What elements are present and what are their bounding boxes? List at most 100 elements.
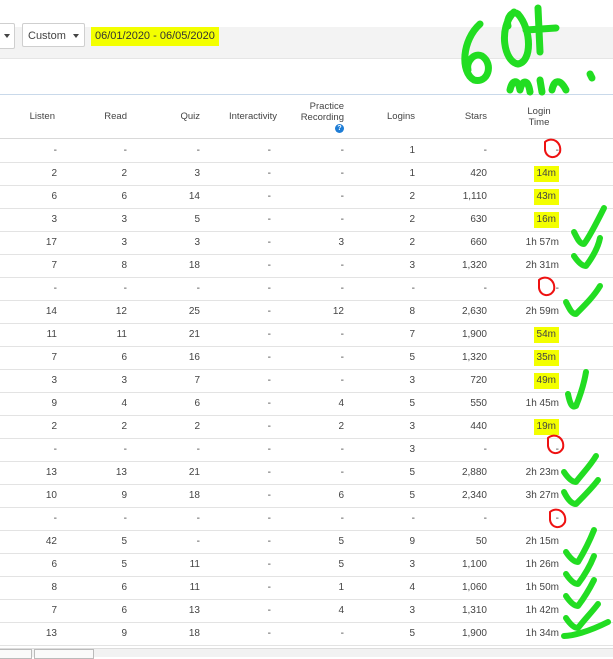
cell-interactivity: -: [267, 490, 271, 501]
cell-listen: -: [53, 513, 57, 524]
table-row[interactable]: 9 4 6 - 4 5 550 1h 45m: [0, 392, 613, 416]
cell-listen: 10: [45, 490, 57, 501]
cell-logins: 7: [409, 329, 415, 340]
table-row[interactable]: 17 3 3 - 3 2 660 1h 57m: [0, 231, 613, 255]
cell-listen: 6: [51, 191, 57, 202]
header-login-line1: Login: [527, 105, 551, 117]
header-practice-recording[interactable]: Practice Recording ?: [301, 95, 344, 138]
cell-listen: 3: [51, 214, 57, 225]
cell-listen: -: [53, 145, 57, 156]
cell-stars: 1,900: [461, 329, 487, 340]
cell-practice-recording: -: [340, 214, 344, 225]
cell-listen: 2: [51, 421, 57, 432]
cell-read: 6: [121, 582, 127, 593]
cell-listen: 13: [45, 628, 57, 639]
cell-listen: 7: [51, 260, 57, 271]
cell-read: 9: [121, 490, 127, 501]
bottom-tab[interactable]: [34, 649, 94, 659]
cell-interactivity: -: [267, 628, 271, 639]
cell-quiz: 21: [188, 467, 200, 478]
cell-interactivity: -: [267, 421, 271, 432]
table-row[interactable]: 6 5 11 - 5 3 1,100 1h 26m: [0, 553, 613, 577]
date-range-input[interactable]: 06/01/2020 - 06/05/2020: [91, 27, 219, 46]
bottom-tab[interactable]: [0, 649, 32, 659]
cell-login-time: 16m: [533, 208, 559, 231]
header-listen[interactable]: Listen: [30, 95, 55, 138]
header-interactivity[interactable]: Interactivity: [229, 95, 277, 138]
custom-range-dropdown[interactable]: Custom: [22, 23, 85, 47]
cell-logins: 1: [409, 145, 415, 156]
cell-quiz: 21: [188, 329, 200, 340]
table-row[interactable]: - - - - - 3 - -: [0, 438, 613, 462]
cell-login-time: 54m: [533, 323, 559, 346]
cell-interactivity: -: [267, 237, 271, 248]
table-row[interactable]: 42 5 - - 5 9 50 2h 15m: [0, 530, 613, 554]
cell-login-time: 2h 15m: [525, 536, 559, 547]
table-row[interactable]: - - - - - 1 - -: [0, 139, 613, 163]
cell-interactivity: -: [267, 145, 271, 156]
cell-practice-recording: 5: [338, 536, 344, 547]
cell-read: 3: [121, 237, 127, 248]
toolbar: Custom 06/01/2020 - 06/05/2020: [0, 0, 613, 59]
cell-quiz: 7: [194, 375, 200, 386]
header-login-time[interactable]: Login Time: [519, 95, 559, 138]
table-row[interactable]: 14 12 25 - 12 8 2,630 2h 59m: [0, 300, 613, 324]
cell-interactivity: -: [267, 513, 271, 524]
cell-listen: 9: [51, 398, 57, 409]
cell-interactivity: -: [267, 283, 271, 294]
cell-stars: 1,310: [461, 605, 487, 616]
cell-listen: 8: [51, 582, 57, 593]
chevron-down-icon: [4, 34, 10, 38]
cell-practice-recording: -: [340, 329, 344, 340]
header-quiz[interactable]: Quiz: [180, 95, 200, 138]
table-row[interactable]: 7 6 16 - - 5 1,320 35m: [0, 346, 613, 370]
table-row[interactable]: 13 9 18 - - 5 1,900 1h 34m: [0, 622, 613, 646]
table-row[interactable]: 7 8 18 - - 3 1,320 2h 31m: [0, 254, 613, 278]
table-row[interactable]: 6 6 14 - - 2 1,110 43m: [0, 185, 613, 209]
header-read[interactable]: Read: [104, 95, 127, 138]
cell-quiz: 14: [188, 191, 200, 202]
cell-login-time: -: [555, 283, 559, 294]
table-row[interactable]: 11 11 21 - - 7 1,900 54m: [0, 323, 613, 347]
period-dropdown[interactable]: [0, 23, 15, 49]
table-row[interactable]: 3 3 7 - - 3 720 49m: [0, 369, 613, 393]
cell-login-time: 1h 57m: [525, 237, 559, 248]
cell-login-time: 2h 31m: [525, 260, 559, 271]
cell-login-time: 1h 45m: [525, 398, 559, 409]
help-icon[interactable]: ?: [335, 123, 344, 133]
cell-practice-recording: 6: [338, 490, 344, 501]
cell-quiz: 6: [194, 398, 200, 409]
cell-logins: 9: [409, 536, 415, 547]
cell-read: 6: [121, 352, 127, 363]
cell-interactivity: -: [267, 444, 271, 455]
cell-quiz: 16: [188, 352, 200, 363]
cell-stars: 550: [470, 398, 487, 409]
cell-login-time: 1h 50m: [525, 582, 559, 593]
cell-interactivity: -: [267, 582, 271, 593]
table-row[interactable]: --------: [0, 277, 613, 301]
cell-quiz: -: [196, 536, 200, 547]
cell-stars: 2,340: [461, 490, 487, 501]
header-stars[interactable]: Stars: [465, 95, 487, 138]
table-row[interactable]: 2 2 2 - 2 3 440 19m: [0, 415, 613, 439]
table-row[interactable]: --------: [0, 507, 613, 531]
cell-listen: -: [53, 283, 57, 294]
table-row[interactable]: 8 6 11 - 1 4 1,060 1h 50m: [0, 576, 613, 600]
header-logins[interactable]: Logins: [387, 95, 415, 138]
cell-practice-recording: 2: [338, 421, 344, 432]
cell-stars: 2,880: [461, 467, 487, 478]
cell-quiz: -: [196, 283, 200, 294]
cell-logins: -: [411, 513, 415, 524]
cell-read: -: [123, 444, 127, 455]
cell-listen: 7: [51, 352, 57, 363]
cell-practice-recording: 12: [332, 306, 344, 317]
table-row[interactable]: 2 2 3 - - 1 420 14m: [0, 162, 613, 186]
table-row[interactable]: 3 3 5 - - 2 630 16m: [0, 208, 613, 232]
table-row[interactable]: 10 9 18 - 6 5 2,340 3h 27m: [0, 484, 613, 508]
table-row[interactable]: 7 6 13 - 4 3 1,310 1h 42m: [0, 599, 613, 623]
cell-practice-recording: -: [340, 260, 344, 271]
cell-practice-recording: 5: [338, 559, 344, 570]
cell-practice-recording: 4: [338, 605, 344, 616]
cell-quiz: -: [196, 513, 200, 524]
table-row[interactable]: 13 13 21 - - 5 2,880 2h 23m: [0, 461, 613, 485]
